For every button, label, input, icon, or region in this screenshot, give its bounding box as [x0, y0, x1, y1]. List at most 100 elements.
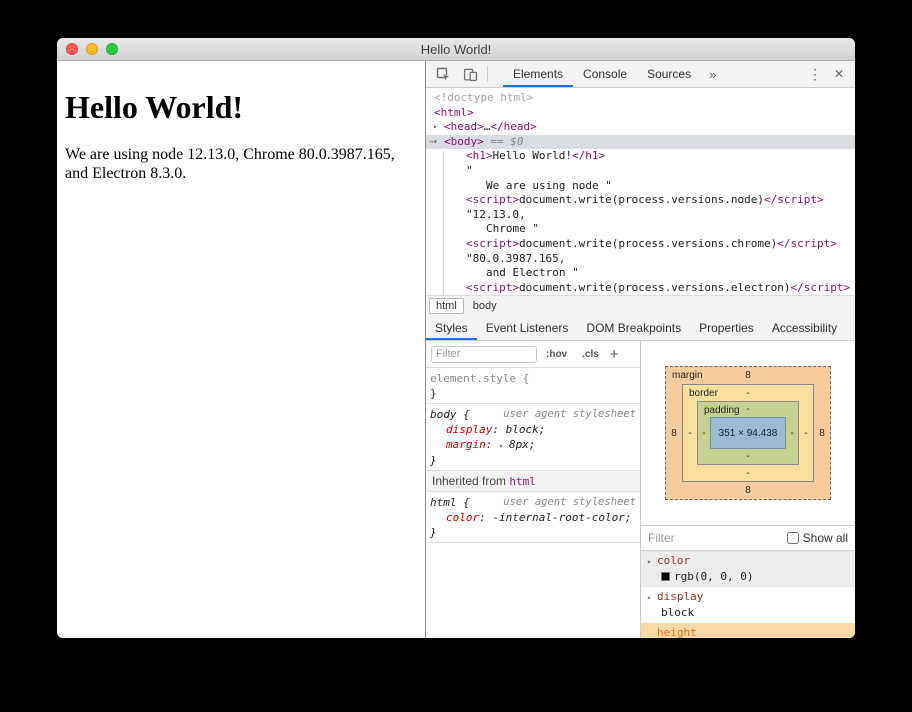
toolbar-divider [487, 66, 488, 82]
expand-shorthand-icon[interactable]: ▸ [499, 438, 509, 453]
margin-left-value[interactable]: 8 [666, 384, 682, 482]
element-classes-button[interactable]: .cls [576, 349, 605, 360]
toggle-element-state-button[interactable]: :hov [540, 349, 573, 360]
computed-pane: margin 8 8 8 8 border - - - - padding - … [641, 341, 855, 638]
window-controls [66, 38, 118, 60]
margin-bottom-value[interactable]: 8 [682, 482, 814, 499]
minimize-window-button[interactable] [86, 43, 98, 55]
computed-property-height[interactable]: height [641, 623, 855, 638]
inherited-node-link[interactable]: html [509, 475, 536, 488]
close-window-button[interactable] [66, 43, 78, 55]
box-model-content[interactable]: 351 × 94.438 [710, 417, 786, 449]
breadcrumb-bar: html body [426, 295, 855, 315]
dom-tree-node[interactable]: <script>document.write(process.versions.… [426, 193, 855, 208]
computed-filter-input[interactable] [648, 531, 781, 545]
devtools-tab-bar: Elements Console Sources» [503, 61, 724, 87]
padding-right-value[interactable]: - [786, 417, 798, 449]
expand-node-icon[interactable]: ▸ [433, 120, 444, 135]
devtools-tab-console[interactable]: Console [573, 61, 637, 87]
breadcrumb-html[interactable]: html [429, 297, 464, 314]
box-model-border[interactable]: border - - - - padding - - - - 351 × 94.… [682, 384, 814, 482]
devtools-tab-sources[interactable]: Sources [637, 61, 701, 87]
border-bottom-value[interactable]: - [697, 465, 799, 481]
rule-selector-line[interactable]: user agent stylesheet html { [430, 495, 636, 510]
rule-selector[interactable]: body [430, 408, 457, 421]
sidebar-tab-event-listeners[interactable]: Event Listeners [477, 315, 578, 340]
more-options-icon[interactable]: ⋮ [803, 66, 827, 83]
dom-tree-node[interactable]: " [426, 164, 855, 179]
sidebar-tab-accessibility[interactable]: Accessibility [763, 315, 846, 340]
window-content: Hello World! We are using node 12.13.0, … [57, 61, 855, 638]
dom-tree-node[interactable]: "12.13.0, [426, 208, 855, 223]
sidebar-tab-styles[interactable]: Styles [426, 315, 477, 340]
node-more-actions-icon[interactable]: ⋯ [429, 135, 436, 150]
elements-tree[interactable]: <!doctype html> <html> ▸ <head>…</head> ⋯ ▾ <b… [426, 88, 855, 295]
css-property-color[interactable]: color: -internal-root-color; [430, 510, 636, 525]
devtools-panel: Elements Console Sources» ⋮ ✕ <!doctype ht… [425, 61, 855, 638]
dom-tree-node[interactable]: <script>document.write(process.versions.… [426, 237, 855, 252]
show-all-label: Show all [802, 531, 848, 545]
dom-tree-node[interactable]: and Electron " [426, 266, 855, 281]
dom-tree-node[interactable]: "80.0.3987.165, [426, 252, 855, 267]
sidebar-tab-bar: Styles Event Listeners DOM Breakpoints Prop… [426, 315, 855, 341]
zoom-window-button[interactable] [106, 43, 118, 55]
box-model-margin[interactable]: margin 8 8 8 8 border - - - - padding - … [665, 366, 831, 500]
dom-tree-node[interactable]: <html> [426, 106, 855, 121]
show-all-toggle: Show all [786, 531, 848, 545]
styles-pane: :hov .cls + element.style {} user agent s… [426, 341, 641, 638]
box-model-padding-label: padding [704, 405, 740, 416]
style-rule-html: user agent stylesheet html {color: -inter… [426, 492, 640, 543]
page-paragraph: We are using node 12.13.0, Chrome 80.0.3… [65, 146, 395, 182]
computed-toolbar: Show all [641, 525, 855, 551]
rule-selector[interactable]: element.style [430, 372, 516, 385]
devtools-tab-elements[interactable]: Elements [503, 61, 573, 87]
styles-filter-input[interactable] [431, 345, 537, 363]
close-devtools-icon[interactable]: ✕ [827, 67, 851, 81]
box-model-diagram: margin 8 8 8 8 border - - - - padding - … [641, 341, 855, 525]
rule-selector-line[interactable]: element.style { [430, 371, 636, 386]
styles-sidebar: :hov .cls + element.style {} user agent s… [426, 341, 855, 638]
rule-selector[interactable]: html [430, 496, 457, 509]
titlebar[interactable]: Hello World! [57, 38, 855, 61]
computed-property-display[interactable]: ▸ display block [641, 587, 855, 623]
dom-tree-node[interactable]: <!doctype html> [426, 91, 855, 106]
box-model-padding[interactable]: padding - - - - 351 × 94.438 [697, 401, 799, 465]
new-style-rule-button[interactable]: + [605, 346, 624, 363]
desktop-background: Hello World! Hello World! We are using n… [0, 0, 912, 712]
style-origin-label: user agent stylesheet [503, 408, 636, 420]
page-heading: Hello World! [65, 89, 244, 125]
rendered-page: Hello World! We are using node 12.13.0, … [57, 61, 425, 638]
style-rule-element-style: element.style {} [426, 368, 640, 404]
css-property-display[interactable]: display: block; [430, 422, 636, 437]
box-model-margin-label: margin [672, 370, 703, 381]
more-tabs-button[interactable]: » [701, 61, 724, 87]
border-right-value[interactable]: - [799, 401, 813, 465]
show-all-checkbox[interactable] [786, 532, 799, 544]
app-window: Hello World! Hello World! We are using n… [57, 38, 855, 638]
breadcrumb-body[interactable]: body [466, 298, 504, 314]
padding-left-value[interactable]: - [698, 417, 710, 449]
indent-guide [443, 151, 444, 295]
computed-properties-list: ▸ color rgb(0, 0, 0) ▸ display block height [641, 551, 855, 638]
expand-property-icon[interactable]: ▸ [647, 590, 657, 605]
box-model-border-label: border [689, 388, 718, 399]
dom-tree-node[interactable]: <h1>Hello World!</h1> [426, 149, 855, 164]
css-property-margin[interactable]: margin: ▸ 8px; [430, 437, 636, 453]
dom-tree-node[interactable]: We are using node " [426, 179, 855, 194]
border-left-value[interactable]: - [683, 401, 697, 465]
sidebar-tab-dom-breakpoints[interactable]: DOM Breakpoints [577, 315, 690, 340]
computed-property-color[interactable]: ▸ color rgb(0, 0, 0) [641, 551, 855, 587]
dom-tree-node[interactable]: Chrome " [426, 222, 855, 237]
expand-property-icon[interactable]: ▸ [647, 554, 657, 569]
device-toolbar-icon[interactable] [457, 61, 484, 87]
padding-bottom-value[interactable]: - [710, 449, 786, 464]
style-origin-label: user agent stylesheet [503, 496, 636, 508]
dom-tree-node[interactable]: <script>document.write(process.versions.… [426, 281, 855, 295]
inherited-from-header: Inherited from html [426, 471, 640, 492]
inspect-element-icon[interactable] [430, 61, 457, 87]
dom-tree-node[interactable]: ⋯ ▾ <body> == $0 [426, 134, 855, 150]
margin-right-value[interactable]: 8 [814, 384, 830, 482]
dom-tree-node[interactable]: ▸ <head>…</head> [426, 120, 855, 135]
sidebar-tab-properties[interactable]: Properties [690, 315, 763, 340]
rule-selector-line[interactable]: user agent stylesheet body { [430, 407, 636, 422]
